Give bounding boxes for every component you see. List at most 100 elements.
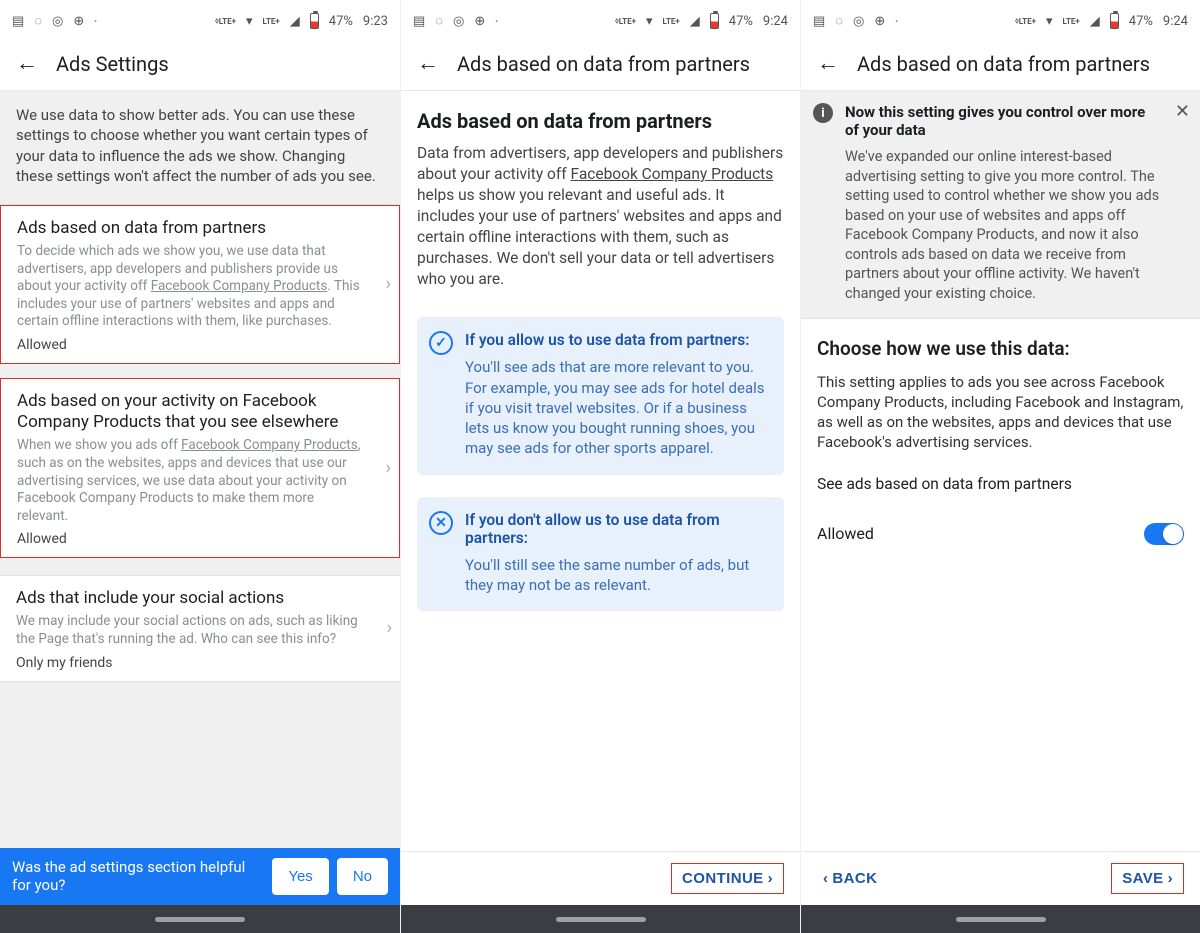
card-title: If you don't allow us to use data from p…	[465, 511, 770, 547]
back-icon[interactable]: ←	[817, 53, 839, 75]
battery-icon	[310, 13, 319, 29]
section-heading: Ads based on data from partners	[417, 109, 784, 133]
back-button[interactable]: ‹ BACK	[817, 862, 883, 895]
whatsapp-icon: ◌	[835, 13, 843, 29]
facebook-products-link[interactable]: Facebook Company Products	[151, 278, 328, 294]
app-bar: ← Ads based on data from partners	[801, 42, 1200, 91]
allowed-toggle[interactable]	[1144, 523, 1184, 545]
feedback-yes-button[interactable]: Yes	[272, 858, 328, 895]
notification-icon: ▤	[12, 14, 24, 29]
instagram-icon: ◎	[453, 14, 464, 29]
close-icon[interactable]: ✕	[1175, 101, 1190, 122]
back-icon[interactable]: ←	[16, 53, 38, 75]
feedback-no-button[interactable]: No	[337, 858, 388, 895]
intro-text: We use data to show better ads. You can …	[0, 91, 400, 205]
card-body: You'll see ads that are more relevant to…	[465, 357, 770, 458]
lte-icon-2: LTE+	[663, 17, 680, 26]
signal-icon: ◢	[290, 14, 300, 29]
clock: 9:24	[763, 14, 788, 29]
panel-ads-settings: ▤ ◌ ◎ ⊕ • ⬨LTE+ ▾ LTE+ ◢ 47% 9:23 ← Ads …	[0, 0, 400, 933]
app-bar: ← Ads Settings	[0, 42, 400, 91]
choose-heading: Choose how we use this data:	[817, 337, 1184, 360]
android-nav-bar[interactable]	[0, 905, 400, 933]
setting-status: Allowed	[17, 531, 363, 547]
signal-icon: ◢	[690, 14, 700, 29]
choose-paragraph: This setting applies to ads you see acro…	[817, 372, 1184, 453]
facebook-products-link[interactable]: Facebook Company Products	[571, 165, 774, 183]
x-circle-icon: ✕	[429, 511, 453, 535]
more-notifications-icon: •	[495, 17, 498, 26]
page-title: Ads Settings	[56, 52, 169, 76]
notification-icon: ▤	[813, 14, 825, 29]
setting-title: Ads based on data from partners	[17, 218, 363, 239]
wifi-icon: ▾	[246, 14, 253, 29]
page-title: Ads based on data from partners	[457, 52, 750, 76]
lte-icon: ⬨LTE+	[615, 16, 636, 26]
instagram-icon: ◎	[853, 14, 864, 29]
wifi-icon: ▾	[646, 14, 653, 29]
whatsapp-icon: ◌	[34, 13, 42, 29]
setting-desc: To decide which ads we show you, we use …	[17, 243, 363, 331]
section-paragraph: Data from advertisers, app developers an…	[417, 143, 784, 289]
app-bar: ← Ads based on data from partners	[401, 42, 800, 91]
info-icon: i	[813, 103, 833, 123]
more-notifications-icon: •	[895, 17, 898, 26]
feedback-bar: Was the ad settings section helpful for …	[0, 848, 400, 906]
feedback-question: Was the ad settings section helpful for …	[12, 858, 264, 896]
check-circle-icon: ✓	[429, 331, 453, 355]
back-icon[interactable]: ←	[417, 53, 439, 75]
setting-partner-data[interactable]: Ads based on data from partners To decid…	[0, 205, 400, 364]
status-bar: ▤ ◌ ◎ ⊕ • ⬨LTE+ ▾ LTE+ ◢ 47% 9:24	[801, 0, 1200, 42]
deny-info-card: ✕ If you don't allow us to use data from…	[417, 497, 784, 612]
setting-status: Allowed	[17, 337, 363, 353]
battery-icon	[710, 13, 719, 29]
chevron-right-icon: ›	[386, 274, 391, 295]
android-nav-bar[interactable]	[801, 905, 1200, 933]
notice-title: Now this setting gives you control over …	[845, 103, 1160, 139]
action-bar: ‹ BACK SAVE ›	[801, 851, 1200, 905]
notice-body: We've expanded our online interest-based…	[845, 147, 1160, 304]
instagram-icon: ◎	[52, 14, 63, 29]
battery-pct: 47%	[1129, 14, 1153, 29]
allowed-toggle-row: Allowed	[801, 497, 1200, 553]
page-title: Ads based on data from partners	[857, 52, 1150, 76]
globe-icon: ⊕	[73, 14, 84, 29]
wifi-icon: ▾	[1046, 14, 1053, 29]
battery-pct: 47%	[329, 14, 353, 29]
lte-icon: ⬨LTE+	[1015, 16, 1036, 26]
globe-icon: ⊕	[874, 14, 885, 29]
toggle-label: Allowed	[817, 524, 874, 543]
setting-title: Ads based on your activity on Facebook C…	[17, 391, 363, 434]
notification-icon: ▤	[413, 14, 425, 29]
facebook-products-link[interactable]: Facebook Company Products	[181, 437, 358, 453]
setting-social-actions[interactable]: Ads that include your social actions We …	[0, 576, 400, 681]
clock: 9:23	[363, 14, 388, 29]
lte-icon-2: LTE+	[263, 17, 280, 26]
save-button[interactable]: SAVE ›	[1111, 863, 1184, 894]
signal-icon: ◢	[1090, 14, 1100, 29]
chevron-right-icon: ›	[768, 870, 773, 887]
status-bar: ▤ ◌ ◎ ⊕ • ⬨LTE+ ▾ LTE+ ◢ 47% 9:23	[0, 0, 400, 42]
notice-banner: i ✕ Now this setting gives you control o…	[801, 91, 1200, 319]
battery-icon	[1110, 13, 1119, 29]
setting-desc: When we show you ads off Facebook Compan…	[17, 437, 363, 525]
continue-button[interactable]: CONTINUE ›	[671, 863, 784, 894]
setting-title: Ads that include your social actions	[16, 588, 364, 609]
card-title: If you allow us to use data from partner…	[465, 331, 770, 349]
chevron-right-icon: ›	[1168, 870, 1173, 887]
chevron-left-icon: ‹	[823, 870, 828, 887]
globe-icon: ⊕	[474, 14, 485, 29]
setting-activity-elsewhere[interactable]: Ads based on your activity on Facebook C…	[0, 378, 400, 558]
panel-partner-data-explain: ▤ ◌ ◎ ⊕ • ⬨LTE+ ▾ LTE+ ◢ 47% 9:24 ← Ads …	[400, 0, 800, 933]
panel-partner-data-choose: ▤ ◌ ◎ ⊕ • ⬨LTE+ ▾ LTE+ ◢ 47% 9:24 ← Ads …	[800, 0, 1200, 933]
setting-status: Only my friends	[16, 655, 364, 671]
chevron-right-icon: ›	[386, 458, 391, 479]
android-nav-bar[interactable]	[401, 905, 800, 933]
status-bar: ▤ ◌ ◎ ⊕ • ⬨LTE+ ▾ LTE+ ◢ 47% 9:24	[401, 0, 800, 42]
see-ads-link[interactable]: See ads based on data from partners	[817, 475, 1184, 493]
chevron-right-icon: ›	[387, 618, 392, 639]
action-bar: CONTINUE ›	[401, 851, 800, 905]
allow-info-card: ✓ If you allow us to use data from partn…	[417, 317, 784, 474]
lte-icon-2: LTE+	[1063, 17, 1080, 26]
setting-desc: We may include your social actions on ad…	[16, 613, 364, 648]
